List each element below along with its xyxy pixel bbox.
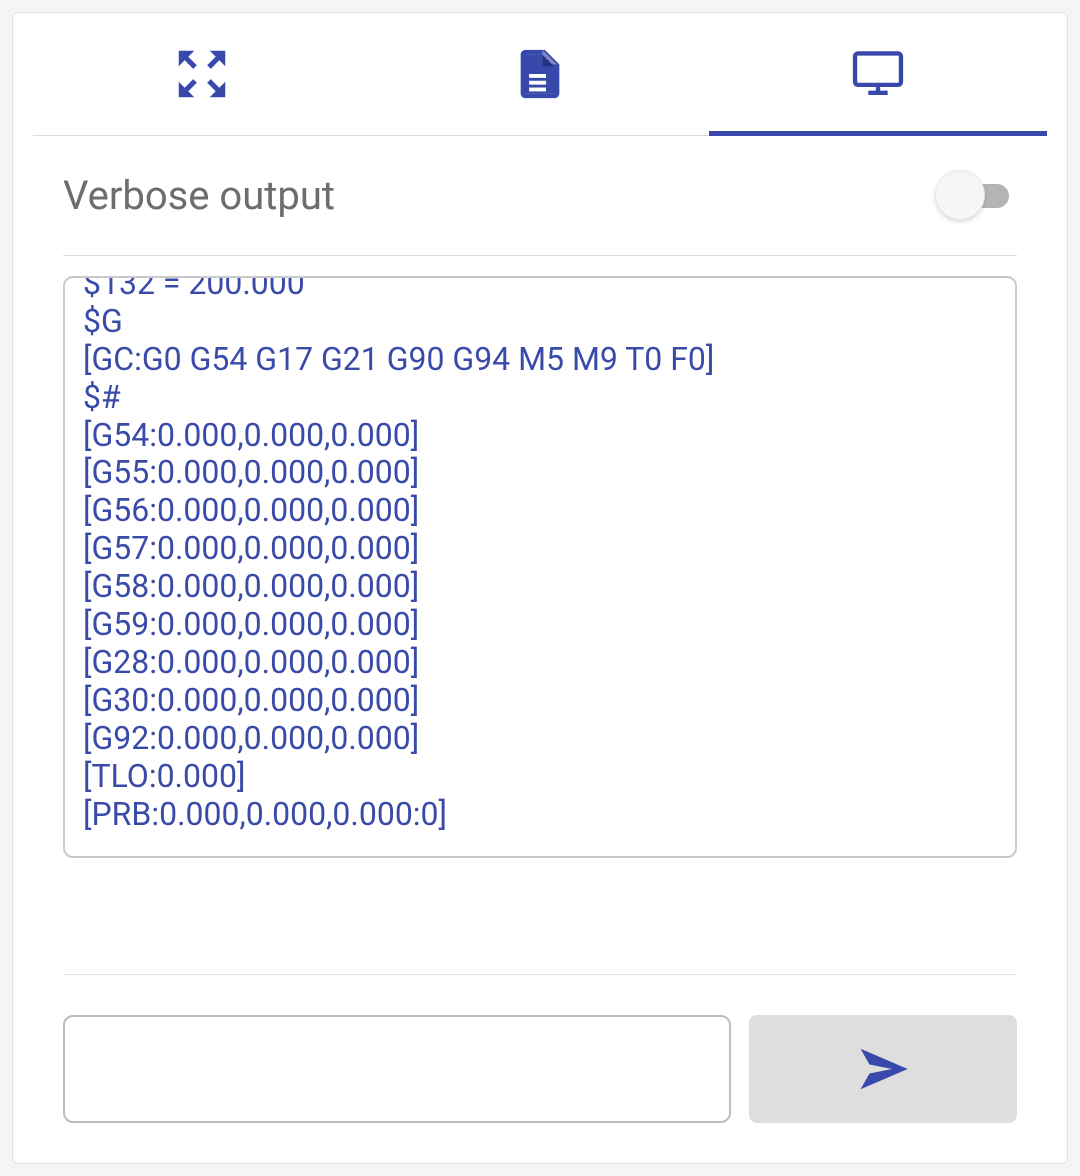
console-line: [G28:0.000,0.000,0.000] <box>83 644 997 682</box>
console-line: [G59:0.000,0.000,0.000] <box>83 606 997 644</box>
console-panel: Verbose output $131 = 200.000$132 = 200.… <box>12 12 1068 1164</box>
send-icon <box>855 1042 911 1096</box>
tab-file[interactable] <box>371 13 709 135</box>
verbose-toggle[interactable] <box>935 180 1017 212</box>
monitor-icon <box>841 45 915 103</box>
verbose-label: Verbose output <box>63 172 335 219</box>
console-line: [G55:0.000,0.000,0.000] <box>83 454 997 492</box>
expand-icon <box>171 43 233 105</box>
send-button[interactable] <box>749 1015 1017 1123</box>
console-line: [PRB:0.000,0.000,0.000:0] <box>83 796 997 834</box>
verbose-row: Verbose output <box>13 136 1067 255</box>
tab-bar <box>33 13 1047 136</box>
file-icon <box>511 43 569 105</box>
tab-monitor[interactable] <box>709 13 1047 135</box>
tab-expand[interactable] <box>33 13 371 135</box>
console-line: [G57:0.000,0.000,0.000] <box>83 530 997 568</box>
console-line: $# <box>83 379 997 417</box>
console-line: [G92:0.000,0.000,0.000] <box>83 720 997 758</box>
console-line: [TLO:0.000] <box>83 758 997 796</box>
console-line: [GC:G0 G54 G17 G21 G90 G94 M5 M9 T0 F0] <box>83 341 997 379</box>
console-line: $G <box>83 303 997 341</box>
command-row <box>13 975 1067 1163</box>
console-line: [G30:0.000,0.000,0.000] <box>83 682 997 720</box>
console-line: $132 = 200.000 <box>83 276 997 303</box>
console-line: [G58:0.000,0.000,0.000] <box>83 568 997 606</box>
console-line: [G56:0.000,0.000,0.000] <box>83 492 997 530</box>
toggle-thumb <box>935 170 985 220</box>
console-output[interactable]: $131 = 200.000$132 = 200.000$G[GC:G0 G54… <box>63 276 1017 858</box>
console-line: [G54:0.000,0.000,0.000] <box>83 417 997 455</box>
console-wrap: $131 = 200.000$132 = 200.000$G[GC:G0 G54… <box>13 256 1067 956</box>
command-input[interactable] <box>63 1015 731 1123</box>
